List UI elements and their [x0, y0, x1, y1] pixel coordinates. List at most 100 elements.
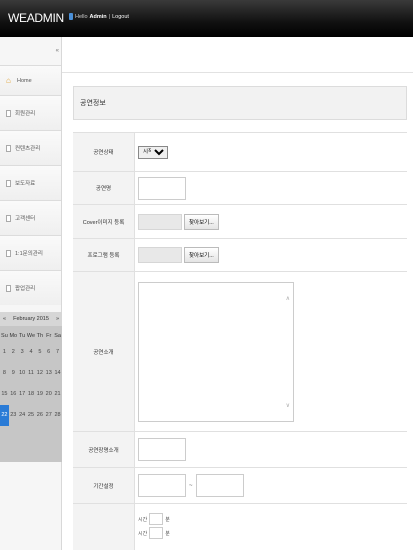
calendar-day[interactable]: 26	[35, 405, 44, 426]
period-end-input[interactable]	[195, 474, 244, 497]
logout-link[interactable]: Logout	[112, 14, 129, 20]
cover-file-display	[138, 213, 182, 230]
time-row-1: 시간 분	[138, 512, 170, 526]
venue-label: 공연장명소개	[73, 432, 135, 467]
hour-input[interactable]	[149, 527, 164, 539]
venue-cell	[135, 432, 407, 467]
sidebar-item-label: Home	[17, 77, 32, 84]
user-separator: |	[108, 13, 111, 20]
sidebar-item-popup[interactable]: 팝업관리	[0, 270, 61, 305]
page-icon	[6, 144, 11, 152]
page-icon	[6, 249, 11, 257]
user-name: Admin	[89, 13, 107, 20]
sidebar-item-label: 보도자료	[15, 181, 36, 187]
brand-logo[interactable]: WEADMIN	[8, 11, 64, 25]
cover-browse-button[interactable]: 찾아보기...	[184, 213, 219, 230]
intro-label: 공연소개	[73, 272, 135, 431]
period-label: 기간설정	[73, 468, 135, 503]
calendar-grid: Su Mo Tu We Th Fr Sa 1 2 3 4 5 6 7 8 9 1…	[0, 326, 62, 426]
status-select[interactable]: 시작공연	[138, 145, 168, 159]
calendar-day[interactable]: 15	[0, 384, 9, 405]
calendar-day[interactable]: 17	[18, 384, 27, 405]
page-icon	[6, 284, 11, 292]
calendar-day[interactable]: 16	[9, 384, 18, 405]
sidebar-item-support[interactable]: 고객센터	[0, 200, 61, 235]
calendar-day[interactable]: 14	[53, 363, 62, 384]
scroll-up-icon[interactable]: ∧	[286, 295, 290, 302]
intro-textarea[interactable]: ∧ ∨	[138, 281, 294, 422]
page-icon	[6, 109, 11, 117]
calendar-day[interactable]: 2	[9, 342, 18, 363]
calendar-day[interactable]: 11	[27, 363, 36, 384]
row-name: 공연명	[73, 171, 407, 204]
calendar-day[interactable]: 4	[27, 342, 36, 363]
calendar-day[interactable]: 19	[35, 384, 44, 405]
calendar-day[interactable]: 1	[0, 342, 9, 363]
top-bar: WEADMIN Hello Admin | Logout	[0, 0, 413, 37]
calendar-day[interactable]: 7	[53, 342, 62, 363]
calendar-day-today[interactable]: 22	[0, 405, 9, 426]
calendar-day[interactable]: 20	[44, 384, 53, 405]
calendar-day[interactable]: 3	[18, 342, 27, 363]
calendar-day[interactable]: 18	[27, 384, 36, 405]
sidebar: « ⌂ Home 회원관리 컨텐츠관리 보도자료 고객센터 1:1문의관리 팝업…	[0, 37, 62, 550]
hour-unit: 시간	[138, 516, 148, 523]
row-venue: 공연장명소개	[73, 431, 407, 467]
row-time: 시간 분 시간 분	[73, 503, 407, 550]
venue-input[interactable]	[138, 438, 186, 461]
hour-input[interactable]	[149, 513, 164, 525]
row-cover: Cover이미지 등록 찾아보기...	[73, 204, 407, 238]
calendar-day[interactable]: 10	[18, 363, 27, 384]
status-cell: 시작공연	[135, 133, 407, 171]
calendar-day[interactable]: 23	[9, 405, 18, 426]
calendar-month-label[interactable]: February 2015	[13, 316, 49, 322]
sidebar-item-members[interactable]: 회원관리	[0, 95, 61, 130]
calendar-day[interactable]: 24	[18, 405, 27, 426]
calendar-day[interactable]: 21	[53, 384, 62, 405]
main-top-strip	[62, 37, 413, 73]
calendar-day[interactable]: 12	[35, 363, 44, 384]
calendar-prev-button[interactable]: «	[3, 316, 6, 322]
sidebar-item-label: 1:1문의관리	[15, 251, 43, 257]
user-box: Hello Admin | Logout	[69, 13, 129, 20]
calendar-header: « February 2015 »	[0, 312, 62, 326]
calendar-dow: Fr	[46, 333, 52, 339]
home-icon: ⌂	[6, 76, 11, 85]
calendar-day[interactable]: 6	[44, 342, 53, 363]
row-intro: 공연소개 ∧ ∨	[73, 271, 407, 431]
time-label	[73, 504, 135, 550]
period-start-input[interactable]	[138, 474, 186, 497]
row-status: 공연상태 시작공연	[73, 132, 407, 171]
period-separator: ~	[189, 482, 193, 489]
sidebar-item-label: 회원관리	[15, 111, 36, 117]
sidebar-item-inquiry[interactable]: 1:1문의관리	[0, 235, 61, 270]
sidebar-item-contents[interactable]: 컨텐츠관리	[0, 130, 61, 165]
name-input[interactable]	[138, 176, 186, 200]
calendar-day[interactable]: 8	[0, 363, 9, 384]
sidebar-collapse-icon[interactable]: «	[56, 48, 59, 54]
calendar-day[interactable]: 28	[53, 405, 62, 426]
sidebar-item-home[interactable]: ⌂ Home	[0, 65, 61, 95]
sidebar-item-press[interactable]: 보도자료	[0, 165, 61, 200]
section-title: 공연정보	[73, 86, 407, 120]
program-browse-button[interactable]: 찾아보기...	[184, 247, 219, 263]
program-label: 프로그램 등록	[73, 239, 135, 271]
scroll-down-icon[interactable]: ∨	[286, 402, 290, 409]
calendar-day[interactable]: 9	[9, 363, 18, 384]
program-cell: 찾아보기...	[135, 239, 407, 271]
calendar-day[interactable]: 25	[27, 405, 36, 426]
calendar-next-button[interactable]: »	[56, 316, 59, 322]
period-cell: ~	[135, 468, 407, 503]
cover-cell: 찾아보기...	[135, 205, 407, 238]
minute-unit: 분	[165, 530, 170, 537]
calendar-dow: Sa	[54, 333, 61, 339]
calendar-dow: Su	[1, 333, 8, 339]
sidebar-item-label: 팝업관리	[15, 286, 36, 292]
calendar-dow: Tu	[19, 333, 26, 339]
hello-text: Hello	[75, 13, 88, 20]
calendar-day[interactable]: 13	[44, 363, 53, 384]
row-program: 프로그램 등록 찾아보기...	[73, 238, 407, 271]
calendar-day[interactable]: 27	[44, 405, 53, 426]
name-label: 공연명	[73, 172, 135, 204]
calendar-day[interactable]: 5	[35, 342, 44, 363]
